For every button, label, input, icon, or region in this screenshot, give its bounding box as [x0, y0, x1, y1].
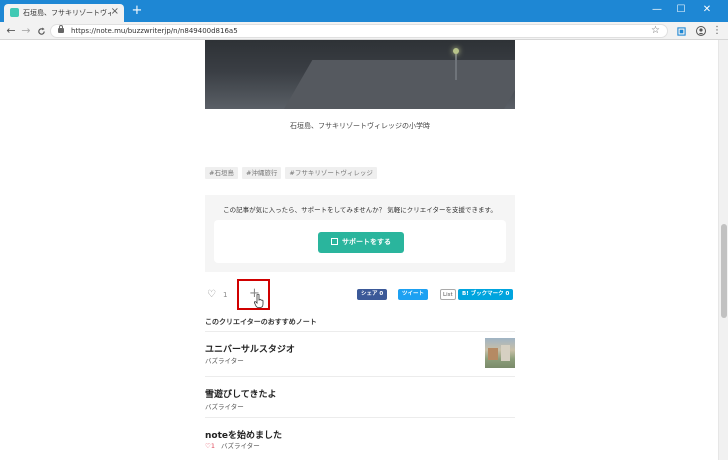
- note-title[interactable]: ユニバーサルスタジオ: [205, 342, 295, 355]
- gift-icon: [331, 238, 338, 245]
- heart-icon[interactable]: ♡: [207, 289, 216, 301]
- profile-icon[interactable]: [694, 23, 708, 39]
- scrollbar[interactable]: [718, 40, 728, 460]
- browser-toolbar: ← → https://note.mu/buzzwriterjp/n/n8494…: [0, 22, 728, 40]
- support-button[interactable]: サポートをする: [318, 232, 404, 253]
- note-like-count: ♡1 バズライター: [205, 440, 260, 450]
- note-favicon-icon: [10, 8, 19, 17]
- forward-button[interactable]: →: [19, 23, 33, 39]
- note-like-value: 1: [210, 442, 215, 450]
- menu-icon[interactable]: ⋮: [710, 23, 724, 39]
- reload-icon: [37, 27, 45, 35]
- hashtag[interactable]: #フサキリゾートヴィレッジ: [285, 167, 377, 179]
- divider: [205, 376, 515, 377]
- extension-icon[interactable]: [674, 23, 688, 39]
- lock-icon: [58, 25, 64, 33]
- scrollbar-thumb[interactable]: [721, 224, 727, 318]
- support-prompt: この記事が気に入ったら、サポートをしてみませんか？ 気軽にクリエイターを支援でき…: [223, 206, 497, 214]
- hashtag[interactable]: #沖縄旅行: [241, 167, 282, 179]
- url-text: https://note.mu/buzzwriterjp/n/n849400d8…: [71, 27, 238, 35]
- title-bar: 石垣島、フサキリゾートヴィレッジの宿泊... × + — ☐ ✕: [0, 0, 728, 22]
- note-author[interactable]: バズライター: [205, 355, 244, 365]
- hatena-bookmark-button[interactable]: B! ブックマーク 0: [458, 289, 514, 300]
- hashtag-list: #石垣島 #沖縄旅行 #フサキリゾートヴィレッジ: [205, 167, 377, 179]
- address-bar[interactable]: https://note.mu/buzzwriterjp/n/n849400d8…: [50, 24, 668, 38]
- divider: [205, 417, 515, 418]
- twitter-share-button[interactable]: ツイート: [398, 289, 429, 300]
- facebook-share-button[interactable]: シェア 0: [357, 289, 388, 300]
- tab-title: 石垣島、フサキリゾートヴィレッジの宿泊...: [23, 9, 111, 17]
- like-count: 1: [223, 291, 228, 299]
- hashtag[interactable]: #石垣島: [205, 167, 238, 179]
- photo-caption: 石垣島、フサキリゾートヴィレッジの小学時: [290, 122, 430, 130]
- note-thumbnail[interactable]: [485, 338, 515, 368]
- new-tab-button[interactable]: +: [130, 4, 144, 18]
- page-viewport: 石垣島、フサキリゾートヴィレッジの小学時 #石垣島 #沖縄旅行 #フサキリゾート…: [0, 40, 718, 460]
- back-button[interactable]: ←: [4, 23, 18, 39]
- recommendations-heading: このクリエイターのおすすめノート: [205, 318, 317, 326]
- minimize-button[interactable]: —: [648, 2, 666, 18]
- tab-close-icon[interactable]: ×: [111, 6, 119, 18]
- note-author[interactable]: バズライター: [221, 442, 260, 450]
- article-photo: [205, 40, 515, 109]
- support-panel: この記事が気に入ったら、サポートをしてみませんか？ 気軽にクリエイターを支援でき…: [205, 195, 515, 272]
- browser-tab[interactable]: 石垣島、フサキリゾートヴィレッジの宿泊... ×: [4, 4, 124, 22]
- support-card: サポートをする: [214, 220, 506, 263]
- note-author[interactable]: バズライター: [205, 401, 244, 411]
- note-title[interactable]: 雪遊びしてきたよ: [205, 387, 276, 400]
- bookmark-star-icon[interactable]: ☆: [651, 24, 660, 38]
- list-button[interactable]: List: [440, 289, 456, 300]
- divider: [205, 331, 515, 332]
- maximize-button[interactable]: ☐: [672, 2, 690, 18]
- support-button-label: サポートをする: [342, 238, 391, 246]
- close-window-button[interactable]: ✕: [698, 2, 716, 18]
- hand-cursor-icon: [254, 294, 264, 308]
- reload-button[interactable]: [34, 23, 48, 39]
